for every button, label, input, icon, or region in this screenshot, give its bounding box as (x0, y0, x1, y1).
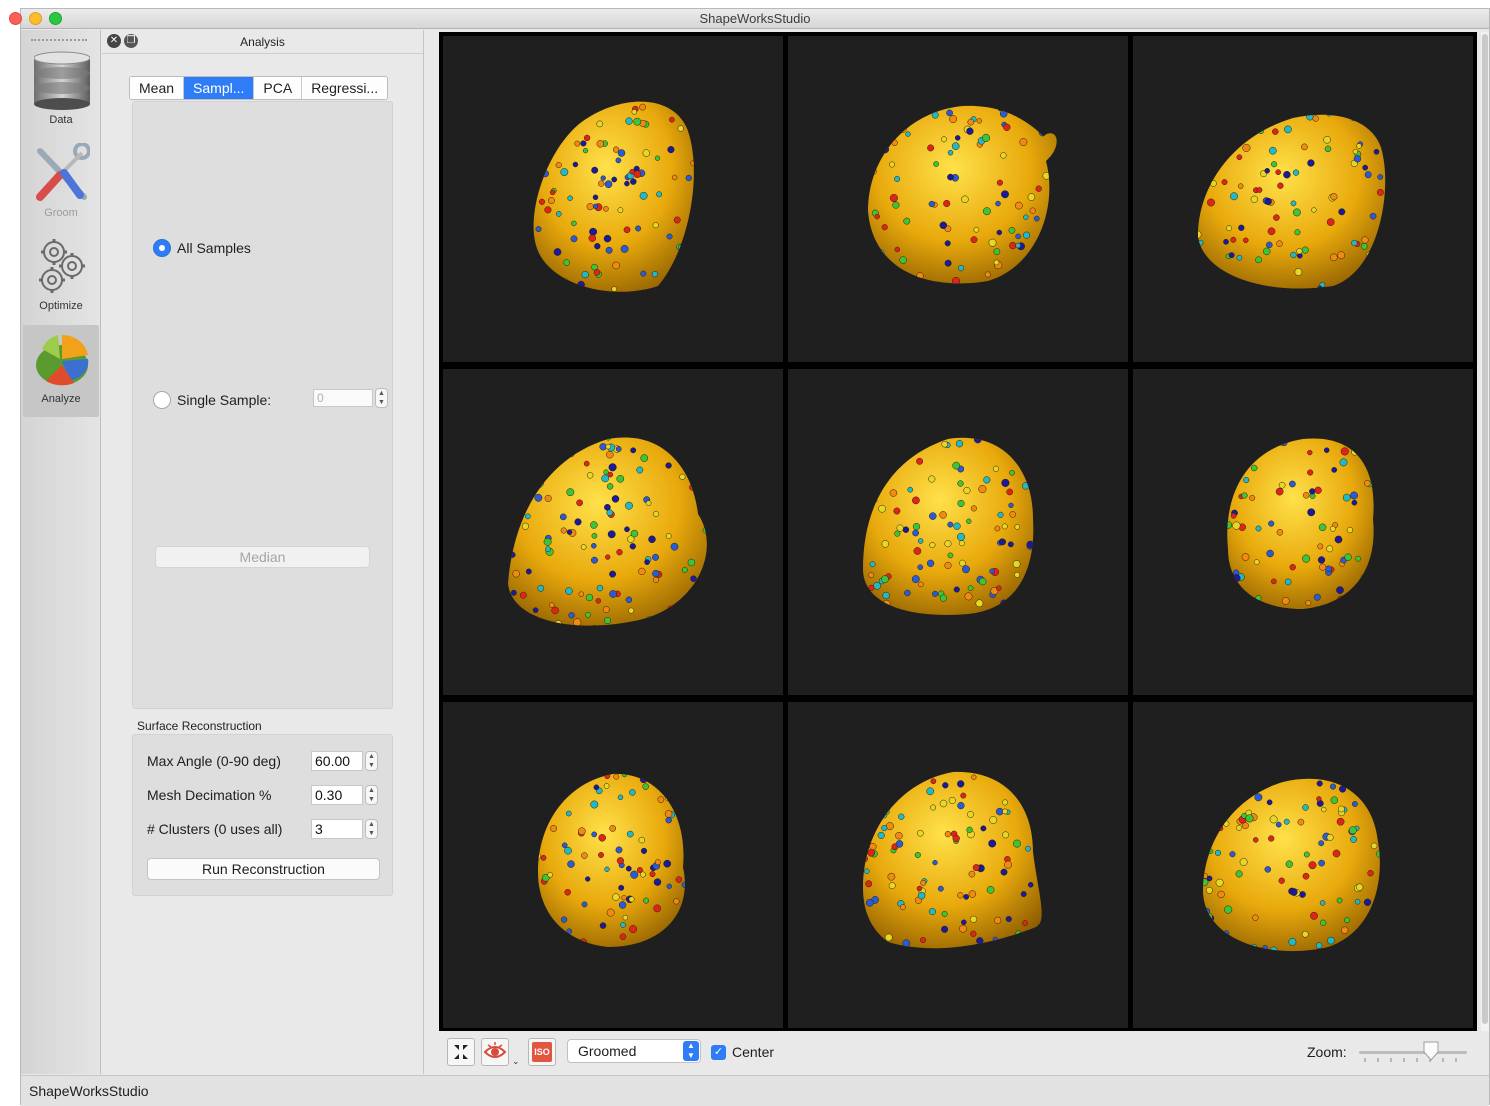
run-reconstruction-button[interactable]: Run Reconstruction (147, 858, 380, 880)
all-samples-radio[interactable] (153, 239, 171, 257)
all-samples-label: All Samples (177, 240, 251, 256)
pie-chart-icon (36, 334, 89, 386)
zoom-slider-thumb[interactable] (1423, 1041, 1439, 1061)
tab-samples[interactable]: Sampl... (184, 77, 255, 99)
shape-view-1[interactable] (443, 36, 783, 362)
shape-mesh-render (1203, 778, 1380, 952)
single-sample-radio[interactable] (153, 391, 171, 409)
tool-analyze-label: Analyze (41, 393, 81, 405)
shape-mesh-render (508, 437, 707, 626)
zoom-slider[interactable] (1359, 1051, 1467, 1054)
title-bar: ShapeWorksStudio (9, 9, 1489, 29)
single-sample-stepper[interactable]: ▲ ▼ (375, 388, 388, 408)
mesh-decimation-input[interactable]: 0.30 (311, 785, 363, 805)
shape-viewer-grid[interactable] (439, 32, 1477, 1031)
shape-view-3[interactable] (1133, 36, 1473, 362)
tool-analyze[interactable]: Analyze (23, 325, 99, 417)
view-mode-button[interactable] (481, 1038, 509, 1066)
shape-view-4[interactable] (443, 369, 783, 695)
center-checkbox[interactable]: ✓ (711, 1044, 726, 1060)
close-panel-icon[interactable]: ✕ (107, 34, 121, 48)
scrollbar-thumb[interactable] (1482, 34, 1488, 1024)
shape-view-2[interactable] (788, 36, 1128, 362)
database-icon (34, 51, 90, 110)
viewer-scrollbar[interactable] (1481, 32, 1489, 1031)
clusters-label: # Clusters (0 uses all) (147, 821, 283, 837)
zoom-slider-ticks (1364, 1058, 1457, 1062)
tool-data[interactable]: Data (23, 46, 99, 138)
shape-mesh-render (868, 105, 1057, 284)
viewer-toolbar: ⌄ ISO Groomed ▲ ▼ ✓ Center Zoom: (439, 1031, 1485, 1073)
float-panel-icon[interactable]: ❐ (124, 34, 138, 48)
analysis-panel: ✕ ❐ Analysis Mean Sampl... PCA Regressi.… (102, 30, 424, 1074)
tool-groom[interactable]: Groom (23, 139, 99, 231)
shape-mesh-render (533, 101, 694, 292)
single-sample-label: Single Sample: (177, 392, 272, 408)
shape-mesh-render (863, 771, 1042, 949)
shape-view-7[interactable] (443, 702, 783, 1028)
minimize-window-button[interactable] (29, 12, 42, 25)
tool-sidebar: Data Groom Optimize Analyze (21, 30, 101, 1074)
mesh-decimation-label: Mesh Decimation % (147, 787, 272, 803)
tool-optimize[interactable]: Optimize (23, 232, 99, 324)
shape-view-9[interactable] (1133, 702, 1473, 1028)
fit-all-icon (454, 1045, 468, 1059)
shape-mesh-render (863, 437, 1034, 615)
display-mode-select[interactable]: Groomed ▲ ▼ (567, 1039, 701, 1063)
median-button[interactable]: Median (155, 546, 370, 568)
shape-view-8[interactable] (788, 702, 1128, 1028)
mesh-decimation-stepper[interactable]: ▲ ▼ (365, 785, 378, 805)
all-samples-option[interactable]: All Samples (153, 239, 251, 257)
analysis-tabs: Mean Sampl... PCA Regressi... (129, 76, 389, 100)
shape-view-5[interactable] (788, 369, 1128, 695)
window-title: ShapeWorksStudio (699, 11, 811, 26)
shape-view-6[interactable] (1133, 369, 1473, 695)
gears-icon (39, 239, 85, 293)
tool-optimize-label: Optimize (39, 300, 83, 312)
close-window-button[interactable] (9, 12, 22, 25)
max-angle-row: Max Angle (0-90 deg) 60.00 ▲ ▼ (147, 751, 382, 773)
main-window: ShapeWorksStudio Data Groom Optimize Ana… (9, 8, 1490, 1106)
mesh-decimation-row: Mesh Decimation % 0.30 ▲ ▼ (147, 785, 382, 807)
clusters-input[interactable]: 3 (311, 819, 363, 839)
single-sample-option[interactable]: Single Sample: 0 ▲ ▼ (153, 388, 393, 411)
surface-reconstruction-title: Surface Reconstruction (137, 719, 262, 733)
max-angle-input[interactable]: 60.00 (311, 751, 363, 771)
clusters-row: # Clusters (0 uses all) 3 ▲ ▼ (147, 819, 382, 841)
center-label: Center (732, 1044, 775, 1060)
shape-mesh-render (538, 773, 685, 948)
eye-view-icon (483, 1042, 507, 1058)
samples-tab-content: All Samples Single Sample: 0 ▲ ▼ Median (132, 101, 393, 709)
tool-data-label: Data (49, 114, 73, 126)
chevron-updown-icon: ▲ ▼ (683, 1041, 699, 1061)
shape-mesh-render (1198, 114, 1386, 289)
panel-title: Analysis (240, 35, 285, 49)
single-sample-input[interactable]: 0 (313, 389, 373, 407)
maximize-window-button[interactable] (49, 12, 62, 25)
max-angle-label: Max Angle (0-90 deg) (147, 753, 281, 769)
status-bar: ShapeWorksStudio (21, 1075, 1489, 1106)
tool-groom-label: Groom (44, 207, 78, 219)
iso-icon: ISO (532, 1042, 552, 1062)
surface-reconstruction-group: Max Angle (0-90 deg) 60.00 ▲ ▼ Mesh Decim… (132, 734, 393, 896)
fit-all-button[interactable] (447, 1038, 475, 1066)
tab-regression[interactable]: Regressi... (302, 77, 388, 99)
zoom-label: Zoom: (1307, 1044, 1347, 1060)
iso-button[interactable]: ISO (528, 1038, 556, 1066)
view-mode-dropdown-icon[interactable]: ⌄ (512, 1056, 520, 1067)
display-mode-value: Groomed (578, 1043, 637, 1059)
tab-pca[interactable]: PCA (254, 77, 303, 99)
toolbar-grip[interactable] (31, 39, 87, 41)
tab-mean[interactable]: Mean (130, 77, 185, 99)
shape-mesh-render (1227, 438, 1374, 609)
tools-icon (36, 143, 90, 201)
panel-header: ✕ ❐ Analysis (102, 30, 423, 54)
max-angle-stepper[interactable]: ▲ ▼ (365, 751, 378, 771)
clusters-stepper[interactable]: ▲ ▼ (365, 819, 378, 839)
center-option[interactable]: ✓ Center (711, 1044, 774, 1060)
